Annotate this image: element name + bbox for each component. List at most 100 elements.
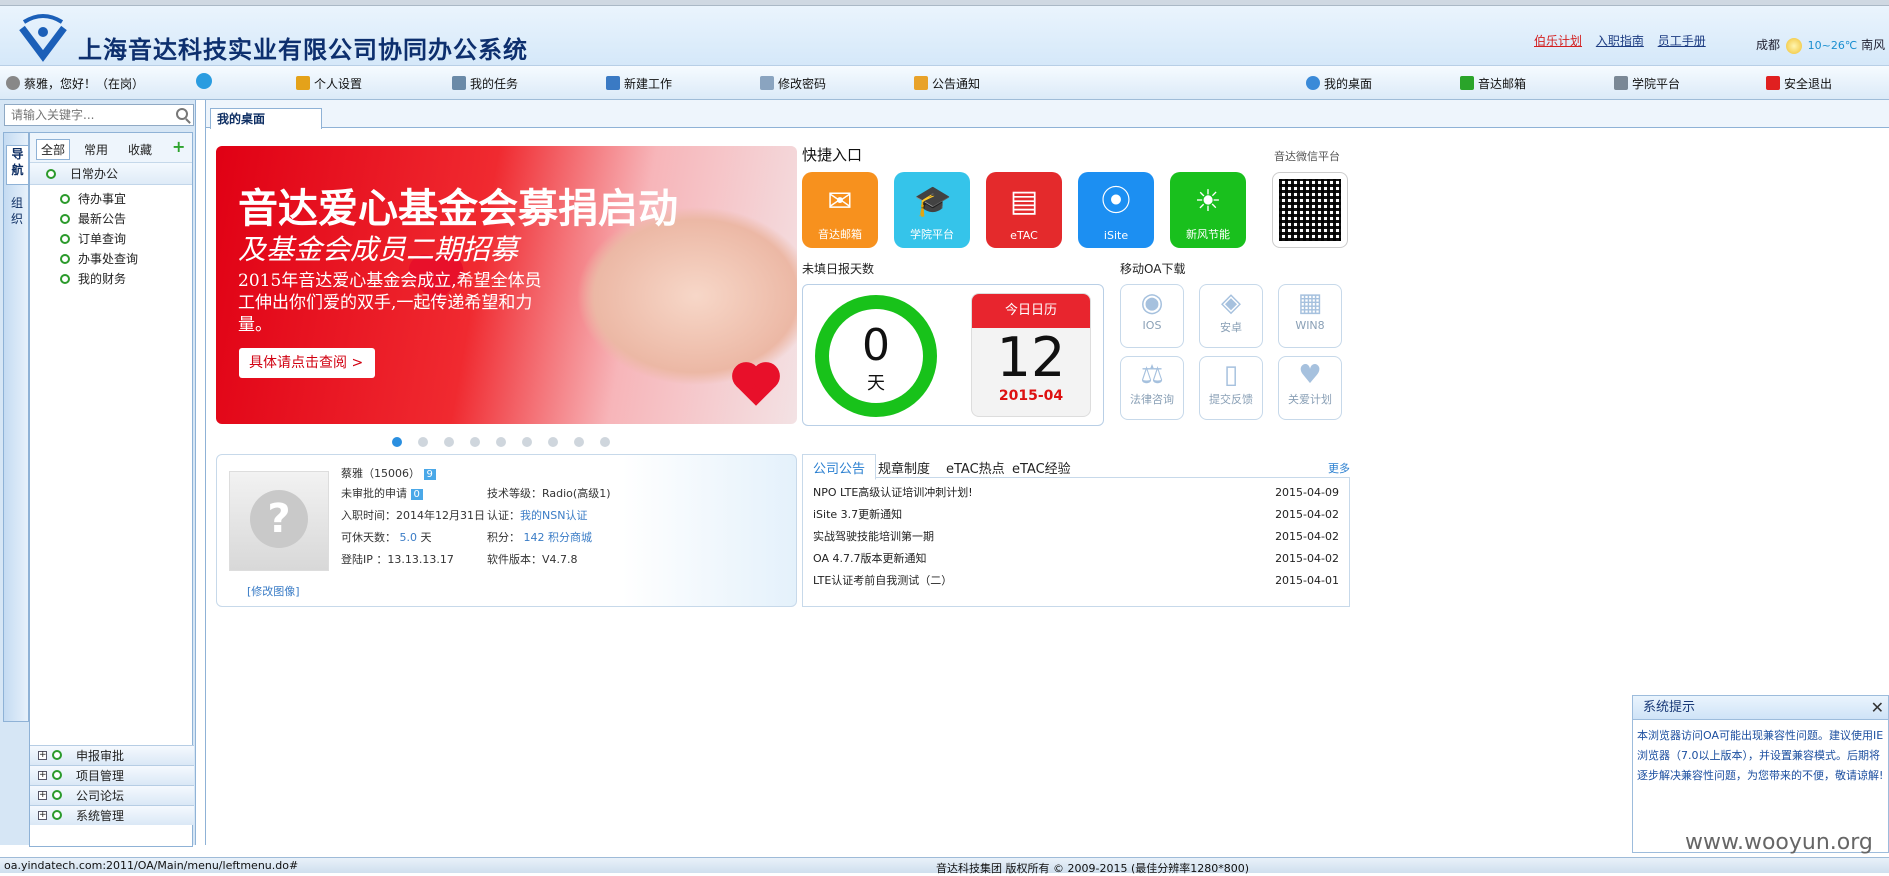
menu-new-work[interactable]: 新建工作 (606, 75, 672, 92)
quick-tile-isite[interactable]: ⦿ iSite (1078, 172, 1154, 248)
filter-all[interactable]: 全部 (36, 139, 71, 160)
play-icon[interactable] (196, 73, 216, 90)
user-greeting-text: 蔡雅，您好！（在岗） (24, 77, 145, 91)
message-count-badge[interactable]: 9 (423, 469, 436, 480)
filter-favorites[interactable]: 收藏 (128, 141, 152, 158)
tree-group-daily-office[interactable]: 日常办公 (30, 163, 192, 185)
add-icon[interactable]: + (172, 139, 186, 155)
list-item[interactable]: 实战驾驶技能培训第一期 2015-04-02 (803, 526, 1349, 548)
tab-regulations[interactable]: 规章制度 (878, 458, 930, 477)
sidebar-group-forum[interactable]: + 公司论坛 (30, 785, 194, 805)
mail-icon: ✉ (827, 184, 853, 219)
menu-announcements[interactable]: 公告通知 (914, 75, 980, 92)
search-box (4, 104, 194, 126)
tech-level: 技术等级：Radio(高级1) (487, 487, 611, 500)
mobile-tile-android[interactable]: ◈ 安卓 (1199, 284, 1263, 348)
menu-my-tasks[interactable]: 我的任务 (452, 75, 518, 92)
link-bole-plan[interactable]: 伯乐计划 (1534, 34, 1582, 48)
pending-count-badge[interactable]: 0 (410, 489, 423, 500)
sidebar-item-todo[interactable]: 待办事宜 (30, 189, 192, 209)
status-bar: oa.yindatech.com:2011/OA/Main/menu/leftm… (0, 857, 1889, 875)
link-employee-handbook[interactable]: 员工手册 (1658, 34, 1706, 48)
link-onboarding-guide[interactable]: 入职指南 (1596, 34, 1644, 48)
quick-tile-energy[interactable]: ☀ 新风节能 (1170, 172, 1246, 248)
quick-tile-etac[interactable]: ▤ eTAC (986, 172, 1062, 248)
expand-icon[interactable]: + (38, 771, 47, 780)
tab-etac-experience[interactable]: eTAC经验 (1012, 458, 1071, 477)
sidebar-item-label: 办事处查询 (78, 252, 139, 266)
mobile-tile-feedback[interactable]: ▯ 提交反馈 (1199, 356, 1263, 420)
sidebar-item-office-query[interactable]: 办事处查询 (30, 249, 192, 269)
carousel-dot[interactable] (522, 437, 532, 447)
notice-title[interactable]: iSite 3.7更新通知 (813, 508, 902, 521)
tab-etac-hot[interactable]: eTAC热点 (946, 458, 1005, 477)
banner-details-button[interactable]: 具体请点击查阅 > (239, 348, 375, 378)
sidebar-group-projects[interactable]: + 项目管理 (30, 765, 194, 785)
today-calendar: 今日日历 12 2015-04 (971, 293, 1091, 417)
menu-personal-settings-label: 个人设置 (314, 77, 363, 91)
quick-tile-academy[interactable]: 🎓 学院平台 (894, 172, 970, 248)
tab-my-desktop[interactable]: 我的桌面 (210, 108, 322, 129)
list-item[interactable]: iSite 3.7更新通知 2015-04-02 (803, 504, 1349, 526)
notice-title[interactable]: NPO LTE高级认证培训冲刺计划! (813, 486, 973, 499)
carousel-pager (392, 436, 626, 448)
sidebar-group-system[interactable]: + 系统管理 (30, 805, 194, 825)
vtab-organization[interactable]: 组织 (6, 195, 28, 235)
avatar: ? (229, 471, 329, 571)
list-item[interactable]: LTE认证考前自我测试（二） 2015-04-01 (803, 570, 1349, 592)
sidebar-group-approval[interactable]: + 申报审批 (30, 745, 194, 765)
notice-title[interactable]: 实战驾驶技能培训第一期 (813, 530, 934, 543)
menu-my-desktop[interactable]: 我的桌面 (1306, 75, 1372, 92)
filter-common[interactable]: 常用 (84, 141, 108, 158)
menu-logout[interactable]: 安全退出 (1766, 75, 1832, 92)
carousel-dot[interactable] (548, 437, 558, 447)
mobile-tile-legal[interactable]: ⚖ 法律咨询 (1120, 356, 1184, 420)
close-icon[interactable]: ✕ (1871, 696, 1884, 720)
cert-link[interactable]: 我的NSN认证 (520, 509, 587, 522)
leave-value: 5.0 (399, 531, 418, 544)
tab-company-notices[interactable]: 公司公告 (802, 454, 877, 480)
notice-title[interactable]: LTE认证考前自我测试（二） (813, 574, 952, 587)
sidebar-item-latest-notices[interactable]: 最新公告 (30, 209, 192, 229)
notice-date: 2015-04-09 (1275, 486, 1339, 499)
search-input[interactable] (5, 105, 165, 125)
sidebar-item-order-query[interactable]: 订单查询 (30, 229, 192, 249)
more-link[interactable]: 更多 (1328, 460, 1350, 476)
expand-icon[interactable]: + (38, 791, 47, 800)
edit-avatar-link[interactable]: [修改图像] (247, 583, 300, 599)
quick-tile-mail[interactable]: ✉ 音达邮箱 (802, 172, 878, 248)
menu-change-password[interactable]: 修改密码 (760, 75, 826, 92)
mobile-tile-win8[interactable]: ▦ WIN8 (1278, 284, 1342, 348)
carousel-dot[interactable] (470, 437, 480, 447)
expand-icon[interactable]: + (38, 751, 47, 760)
banner-headline: 音达爱心基金会募捐启动 (238, 185, 678, 232)
notice-title[interactable]: OA 4.7.7版本更新通知 (813, 552, 926, 565)
carousel-dot[interactable] (600, 437, 610, 447)
expand-icon[interactable]: + (38, 811, 47, 820)
banner-subheadline: 及基金会成员二期招募 (238, 233, 519, 266)
menu-personal-settings[interactable]: 个人设置 (296, 75, 362, 92)
calendar-day: 12 (996, 326, 1066, 389)
nav-panel: 全部 常用 收藏 + 日常办公 待办事宜 最新公告 订单查询 办事处查询 我的财… (29, 132, 194, 847)
location-pin-icon: ⦿ (1101, 184, 1131, 219)
carousel-dot[interactable] (418, 437, 428, 447)
vtab-navigation[interactable]: 导航 (6, 145, 28, 185)
list-item[interactable]: OA 4.7.7版本更新通知 2015-04-02 (803, 548, 1349, 570)
login-ip: 登陆IP ：13.13.13.17 (341, 553, 454, 566)
mobile-tile-ios[interactable]: ◉ IOS (1120, 284, 1184, 348)
banner-carousel[interactable]: 音达爱心基金会募捐启动 及基金会成员二期招募 2015年音达爱心基金会成立,希望… (216, 146, 797, 424)
menu-new-work-label: 新建工作 (624, 77, 673, 91)
wechat-qr-code (1272, 172, 1348, 248)
points-link[interactable]: 142 积分商城 (524, 531, 593, 544)
tree-group-label: 日常办公 (70, 167, 119, 181)
carousel-dot[interactable] (574, 437, 584, 447)
sidebar-item-my-finance[interactable]: 我的财务 (30, 269, 192, 289)
list-item[interactable]: NPO LTE高级认证培训冲刺计划! 2015-04-09 (803, 482, 1349, 504)
menu-academy[interactable]: 学院平台 (1614, 75, 1680, 92)
menu-mailbox[interactable]: 音达邮箱 (1460, 75, 1526, 92)
carousel-dot[interactable] (496, 437, 506, 447)
carousel-dot[interactable] (392, 437, 402, 447)
mobile-tile-care[interactable]: ♥ 关爱计划 (1278, 356, 1342, 420)
search-icon[interactable] (176, 108, 188, 120)
carousel-dot[interactable] (444, 437, 454, 447)
